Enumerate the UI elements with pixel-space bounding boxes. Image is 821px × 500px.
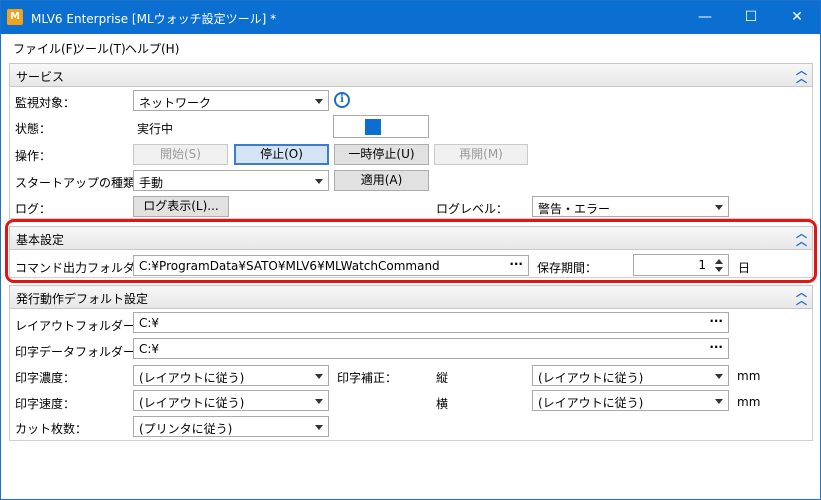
menu-tools[interactable]: ツール(T): [73, 40, 126, 57]
speed-select[interactable]: (レイアウトに従う): [133, 390, 329, 411]
app-logo-icon: M: [7, 9, 23, 25]
browse-icon[interactable]: ···: [709, 314, 723, 328]
pause-button[interactable]: 一時停止(U): [334, 144, 429, 165]
loglevel-select[interactable]: 警告・エラー: [532, 196, 729, 217]
status-running-indicator: [365, 119, 381, 135]
chevron-down-icon: [315, 425, 323, 430]
horizontal-unit: mm: [737, 395, 761, 409]
start-button[interactable]: 開始(S): [133, 144, 228, 165]
menu-file[interactable]: ファイル(F): [13, 40, 77, 57]
collapse-up-icon[interactable]: ︿ ︿: [796, 228, 807, 247]
browse-icon[interactable]: ···: [509, 257, 523, 271]
menu-bar: ファイル(F) ツール(T) ヘルプ(H): [1, 36, 820, 58]
apply-button[interactable]: 適用(A): [334, 170, 429, 191]
show-log-button[interactable]: ログ表示(L)...: [133, 196, 229, 217]
layout-folder-label: レイアウトフォルダー：: [15, 319, 148, 333]
chevron-down-icon: [715, 399, 723, 404]
menu-help[interactable]: ヘルプ(H): [125, 40, 179, 57]
retention-value: 1: [698, 258, 706, 272]
log-label: ログ：: [15, 202, 52, 216]
horizontal-correction-value: (レイアウトに従う): [538, 396, 644, 410]
collapse-up-icon[interactable]: ︿ ︿: [796, 65, 807, 84]
layout-folder-field[interactable]: C:¥ ···: [133, 312, 729, 333]
vertical-correction-value: (レイアウトに従う): [538, 371, 644, 385]
status-indicator: [333, 115, 429, 138]
chevron-down-icon: [315, 374, 323, 379]
browse-icon[interactable]: ···: [709, 340, 723, 354]
close-button[interactable]: ✕: [774, 1, 820, 34]
data-folder-field[interactable]: C:¥ ···: [133, 338, 729, 359]
title-bar: M MLV6 Enterprise [MLウォッチ設定ツール] * — ☐ ✕: [1, 1, 820, 34]
spin-down-icon[interactable]: [715, 267, 723, 272]
retention-unit: 日: [738, 261, 751, 275]
vertical-correction-select[interactable]: (レイアウトに従う): [532, 365, 729, 386]
density-select[interactable]: (レイアウトに従う): [133, 365, 329, 386]
window-title: MLV6 Enterprise [MLウォッチ設定ツール] *: [31, 12, 277, 26]
collapse-up-icon[interactable]: ︿ ︿: [796, 287, 807, 306]
horizontal-correction-select[interactable]: (レイアウトに従う): [532, 390, 729, 411]
chevron-down-icon: [315, 99, 323, 104]
chevron-down-icon: [315, 179, 323, 184]
spin-up-icon[interactable]: [715, 259, 723, 264]
data-folder-label: 印字データフォルダー：: [15, 345, 148, 359]
speed-label: 印字速度：: [15, 397, 76, 411]
startup-select[interactable]: 手動: [133, 170, 329, 191]
app-window: M MLV6 Enterprise [MLウォッチ設定ツール] * — ☐ ✕ …: [0, 0, 821, 500]
loglevel-label: ログレベル：: [436, 202, 509, 216]
target-select[interactable]: ネットワーク: [133, 90, 329, 111]
chevron-down-icon: [715, 205, 723, 210]
resume-button[interactable]: 再開(M): [434, 144, 528, 165]
minimize-button[interactable]: —: [682, 1, 728, 34]
operation-label: 操作：: [15, 149, 52, 163]
density-select-value: (レイアウトに従う): [139, 371, 245, 385]
status-value: 実行中: [137, 122, 174, 136]
stop-button[interactable]: 停止(O): [234, 144, 329, 165]
vertical-unit: mm: [737, 369, 761, 383]
cut-label: カット枚数：: [15, 422, 88, 436]
data-folder-value: C:¥: [139, 342, 160, 356]
info-icon[interactable]: i: [334, 92, 350, 108]
basic-panel-header[interactable]: 基本設定 ︿ ︿: [9, 226, 813, 250]
startup-select-value: 手動: [139, 176, 164, 190]
horizontal-label: 横: [436, 397, 449, 411]
cut-select[interactable]: (プリンタに従う): [133, 416, 329, 437]
status-label: 状態：: [15, 122, 52, 136]
service-panel-header[interactable]: サービス ︿ ︿: [9, 63, 813, 87]
retention-label: 保存期間：: [537, 261, 598, 275]
cut-select-value: (プリンタに従う): [139, 422, 233, 436]
basic-panel-title: 基本設定: [16, 233, 65, 247]
layout-folder-value: C:¥: [139, 316, 160, 330]
cmd-folder-value: C:¥ProgramData¥SATO¥MLV6¥MLWatchCommand: [139, 259, 440, 273]
maximize-button[interactable]: ☐: [728, 1, 774, 34]
speed-select-value: (レイアウトに従う): [139, 396, 245, 410]
issue-panel-title: 発行動作デフォルト設定: [16, 292, 149, 306]
loglevel-select-value: 警告・エラー: [538, 202, 611, 216]
correction-label: 印字補正：: [337, 371, 398, 385]
chevron-down-icon: [315, 399, 323, 404]
retention-stepper[interactable]: 1: [633, 254, 729, 276]
density-label: 印字濃度：: [15, 371, 76, 385]
target-select-value: ネットワーク: [139, 96, 212, 110]
cmd-folder-field[interactable]: C:¥ProgramData¥SATO¥MLV6¥MLWatchCommand …: [133, 255, 529, 276]
target-label: 監視対象：: [15, 96, 76, 110]
issue-panel-header[interactable]: 発行動作デフォルト設定 ︿ ︿: [9, 285, 813, 309]
startup-label: スタートアップの種類：: [15, 176, 148, 190]
vertical-label: 縦: [436, 371, 449, 385]
chevron-down-icon: [715, 374, 723, 379]
service-panel-title: サービス: [16, 70, 65, 84]
